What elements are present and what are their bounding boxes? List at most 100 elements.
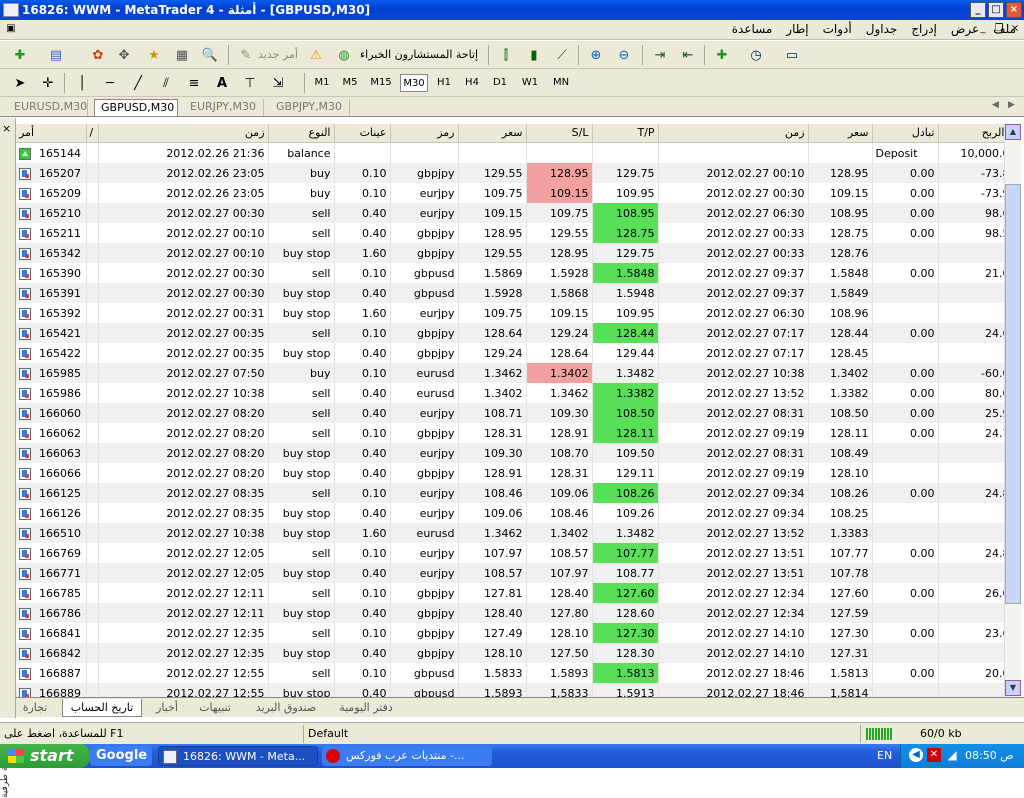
indicators-icon[interactable]: ✚ (712, 45, 732, 65)
mdi-minimize-button[interactable]: _ (976, 22, 990, 36)
text-label-icon[interactable]: ⊤ (240, 73, 260, 93)
periods-icon[interactable]: ◷ (746, 45, 766, 65)
terminal-tab[interactable]: صندوق البريد (248, 699, 324, 717)
terminal-tab[interactable]: تنبيهات (192, 699, 238, 717)
new-order-icon[interactable]: ✎ (236, 45, 256, 65)
menu-item[interactable]: عرض (951, 22, 979, 36)
autoscroll-icon[interactable]: ⇥ (650, 45, 670, 65)
table-row[interactable]: 165422 2012.02.27 00:35 buy stop 0.40 gbpjpy… (16, 343, 1021, 363)
cursor-icon[interactable]: ➤ (10, 73, 30, 93)
terminal-icon[interactable]: ▦ (172, 45, 192, 65)
app-icon[interactable] (3, 3, 19, 17)
equidistant-channel-icon[interactable]: ⫽ (156, 73, 176, 93)
timeframe-d1-button[interactable]: D1 (488, 74, 512, 92)
security-tray-icon[interactable]: ✕ (927, 748, 941, 762)
language-indicator[interactable]: EN (877, 749, 892, 762)
table-row[interactable]: 165985 2012.02.27 07:50 buy 0.10 eurusd 1.346… (16, 363, 1021, 383)
table-row[interactable]: 166062 2012.02.27 08:20 sell 0.10 gbpjpy 128.… (16, 423, 1021, 443)
start-button[interactable]: start (0, 744, 90, 768)
warning-icon[interactable]: ⚠ (306, 45, 326, 65)
close-button[interactable]: × (1006, 2, 1022, 18)
scroll-thumb[interactable] (1005, 184, 1021, 604)
mdi-restore-button[interactable]: ❐ (992, 22, 1006, 36)
table-row[interactable]: 166063 2012.02.27 08:20 buy stop 0.40 eurjpy… (16, 443, 1021, 463)
expert-advisors-icon[interactable]: ◍ (334, 45, 354, 65)
bar-chart-icon[interactable]: ⫿ (496, 45, 516, 65)
terminal-tab[interactable]: تجارة (18, 699, 52, 717)
task-browser[interactable]: منتديات عرب فوركس -... (322, 746, 492, 766)
task-metatrader[interactable]: 16826: WWM - Meta... (158, 746, 318, 766)
clock[interactable]: 08:50 ص (965, 749, 1014, 762)
crosshair-icon[interactable]: ✛ (38, 73, 58, 93)
chart-tab[interactable]: GBPJPY,M30 (270, 99, 350, 116)
task-google[interactable]: Google (90, 746, 152, 766)
volume-tray-icon[interactable]: ◢ (945, 748, 959, 762)
timeframe-w1-button[interactable]: W1 (516, 74, 544, 92)
table-row[interactable]: 165391 2012.02.27 00:30 buy stop 0.40 gbpusd… (16, 283, 1021, 303)
menu-item[interactable]: أدوات (823, 22, 852, 36)
column-header[interactable]: S/L (526, 124, 593, 143)
column-header[interactable]: عينات (334, 124, 391, 143)
chart-tab[interactable]: EURJPY,M30 (184, 99, 264, 116)
table-row[interactable]: 165209 2012.02.26 23:05 buy 0.10 eurjpy 109.7… (16, 183, 1021, 203)
candlestick-icon[interactable]: ▮ (524, 45, 544, 65)
line-chart-icon[interactable]: ⟋ (552, 45, 572, 65)
horizontal-line-icon[interactable]: ─ (100, 73, 120, 93)
profiles-button[interactable]: ▤ (46, 45, 66, 65)
timeframe-m15-button[interactable]: M15 (366, 74, 396, 92)
tab-scroll-right-icon[interactable]: ▶ (1008, 100, 1015, 110)
column-header[interactable]: النوع (268, 124, 335, 143)
trendline-icon[interactable]: ╱ (128, 73, 148, 93)
vertical-line-icon[interactable]: │ (72, 73, 92, 93)
table-row[interactable]: 165210 2012.02.27 00:30 sell 0.40 eurjpy 109.… (16, 203, 1021, 223)
table-row[interactable]: 165207 2012.02.26 23:05 buy 0.10 gbpjpy 129.5… (16, 163, 1021, 183)
table-row[interactable]: 165986 2012.02.27 10:38 sell 0.40 eurusd 1.34… (16, 383, 1021, 403)
market-watch-icon[interactable]: ✿ (88, 45, 108, 65)
timeframe-h4-button[interactable]: H4 (460, 74, 484, 92)
timeframe-m30-button[interactable]: M30 (400, 74, 428, 92)
minimize-button[interactable]: _ (970, 2, 986, 18)
terminal-tab[interactable]: أخبار (152, 699, 182, 717)
table-row[interactable]: 166126 2012.02.27 08:35 buy stop 0.40 eurjpy… (16, 503, 1021, 523)
tester-icon[interactable]: 🔍 (200, 45, 220, 65)
table-row[interactable]: 166060 2012.02.27 08:20 sell 0.40 eurjpy 108.… (16, 403, 1021, 423)
close-terminal-icon[interactable]: × (2, 122, 11, 135)
table-row[interactable]: 165421 2012.02.27 00:35 sell 0.10 gbpjpy 128.… (16, 323, 1021, 343)
table-row[interactable]: 166841 2012.02.27 12:35 sell 0.10 gbpjpy 127.… (16, 623, 1021, 643)
zoom-out-icon[interactable]: ⊖ (614, 45, 634, 65)
column-header[interactable]: رمز (390, 124, 459, 143)
text-icon[interactable]: A (212, 73, 232, 93)
terminal-tab[interactable]: تاريخ الحساب (62, 699, 142, 717)
column-header[interactable]: زمن (98, 124, 269, 143)
column-header[interactable]: أمر (16, 124, 87, 143)
menu-item[interactable]: مساعدة (732, 22, 773, 36)
table-row[interactable]: 166785 2012.02.27 12:11 sell 0.10 gbpjpy 127.… (16, 583, 1021, 603)
fibonacci-icon[interactable]: ≡ (184, 73, 204, 93)
back-tray-icon[interactable]: ◀ (909, 748, 923, 762)
table-row[interactable]: 165144 2012.02.26 21:36 balance Deposit 10,0… (16, 143, 1021, 163)
arrows-icon[interactable]: ⇲ (268, 73, 288, 93)
chart-tab[interactable]: EURUSD,M30 (8, 99, 88, 116)
table-row[interactable]: 166887 2012.02.27 12:55 sell 0.10 gbpusd 1.58… (16, 663, 1021, 683)
scroll-up-icon[interactable]: ▲ (1005, 124, 1021, 140)
table-row[interactable]: 166066 2012.02.27 08:20 buy stop 0.40 gbpjpy… (16, 463, 1021, 483)
table-row[interactable]: 166786 2012.02.27 12:11 buy stop 0.40 gbpjpy… (16, 603, 1021, 623)
new-chart-button[interactable]: ✚ (10, 45, 30, 65)
vertical-scrollbar[interactable]: ▲ ▼ (1004, 124, 1021, 697)
templates-icon[interactable]: ▭ (782, 45, 802, 65)
expert-advisors-button[interactable]: إتاحة المستشارون الخبراء (360, 48, 478, 61)
timeframe-m5-button[interactable]: M5 (338, 74, 362, 92)
table-row[interactable]: 166769 2012.02.27 12:05 sell 0.10 eurjpy 107.… (16, 543, 1021, 563)
mdi-icon[interactable]: ▣ (4, 22, 18, 36)
favorites-icon[interactable]: ★ (144, 45, 164, 65)
column-header[interactable]: / (86, 124, 99, 143)
zoom-in-icon[interactable]: ⊕ (586, 45, 606, 65)
scroll-down-icon[interactable]: ▼ (1005, 680, 1021, 696)
table-row[interactable]: 165211 2012.02.27 00:10 sell 0.40 gbpjpy 128.… (16, 223, 1021, 243)
table-row[interactable]: 165342 2012.02.27 00:10 buy stop 1.60 gbpjpy… (16, 243, 1021, 263)
menu-item[interactable]: إطار (786, 22, 808, 36)
timeframe-h1-button[interactable]: H1 (432, 74, 456, 92)
terminal-tab[interactable]: دفتر اليومية (334, 699, 398, 717)
table-row[interactable]: 166842 2012.02.27 12:35 buy stop 0.40 gbpjpy… (16, 643, 1021, 663)
tab-scroll-left-icon[interactable]: ◀ (992, 100, 999, 110)
